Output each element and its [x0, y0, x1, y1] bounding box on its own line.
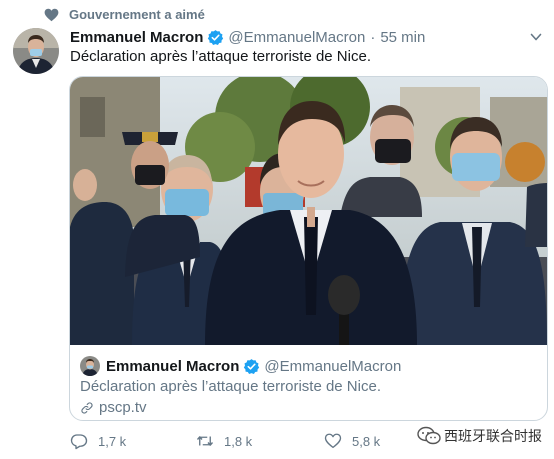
avatar[interactable] — [13, 28, 59, 74]
quoted-author-handle: @EmmanuelMacron — [264, 357, 402, 375]
quoted-tweet-text: Déclaration après l’attaque terroriste d… — [80, 378, 381, 395]
heart-outline-icon — [324, 433, 342, 449]
quoted-author-name: Emmanuel Macron — [106, 357, 240, 375]
link-icon — [81, 401, 93, 414]
quoted-link[interactable]: pscp.tv — [80, 399, 147, 416]
quoted-link-text: pscp.tv — [99, 399, 147, 416]
retweet-icon — [196, 436, 214, 446]
quoted-tweet-card[interactable]: Emmanuel Macron @EmmanuelMacron Déclarat… — [69, 76, 548, 421]
verified-badge-icon — [208, 30, 224, 45]
like-button[interactable]: 5,8 k — [324, 432, 380, 450]
social-context-label: Gouvernement a aimé — [69, 7, 205, 22]
reply-icon — [70, 434, 88, 450]
wechat-icon — [417, 426, 441, 445]
separator-dot: · — [370, 29, 376, 46]
heart-icon — [44, 8, 59, 21]
reply-count: 1,7 k — [98, 433, 127, 449]
retweet-count: 1,8 k — [224, 433, 253, 449]
chevron-down-icon[interactable] — [530, 31, 542, 43]
verified-badge-icon — [244, 358, 260, 374]
quoted-tweet-header: Emmanuel Macron @EmmanuelMacron — [80, 356, 401, 376]
reply-button[interactable]: 1,7 k — [70, 432, 126, 450]
quoted-avatar — [80, 356, 100, 376]
video-thumbnail[interactable] — [70, 77, 547, 345]
author-handle[interactable]: @EmmanuelMacron — [228, 29, 365, 46]
tweet-header: Emmanuel Macron @EmmanuelMacron · 55 min — [70, 29, 425, 46]
watermark-text: 西班牙联合时报 — [444, 428, 542, 444]
watermark: 西班牙联合时报 — [417, 426, 542, 446]
timestamp[interactable]: 55 min — [380, 29, 425, 46]
tweet-text: Déclaration après l’attaque terroriste d… — [70, 48, 371, 65]
retweet-button[interactable]: 1,8 k — [196, 432, 252, 450]
quoted-tweet-body: Emmanuel Macron @EmmanuelMacron Déclarat… — [70, 345, 547, 420]
like-count: 5,8 k — [352, 433, 381, 449]
author-name[interactable]: Emmanuel Macron — [70, 29, 203, 46]
social-context[interactable]: Gouvernement a aimé — [44, 7, 205, 22]
